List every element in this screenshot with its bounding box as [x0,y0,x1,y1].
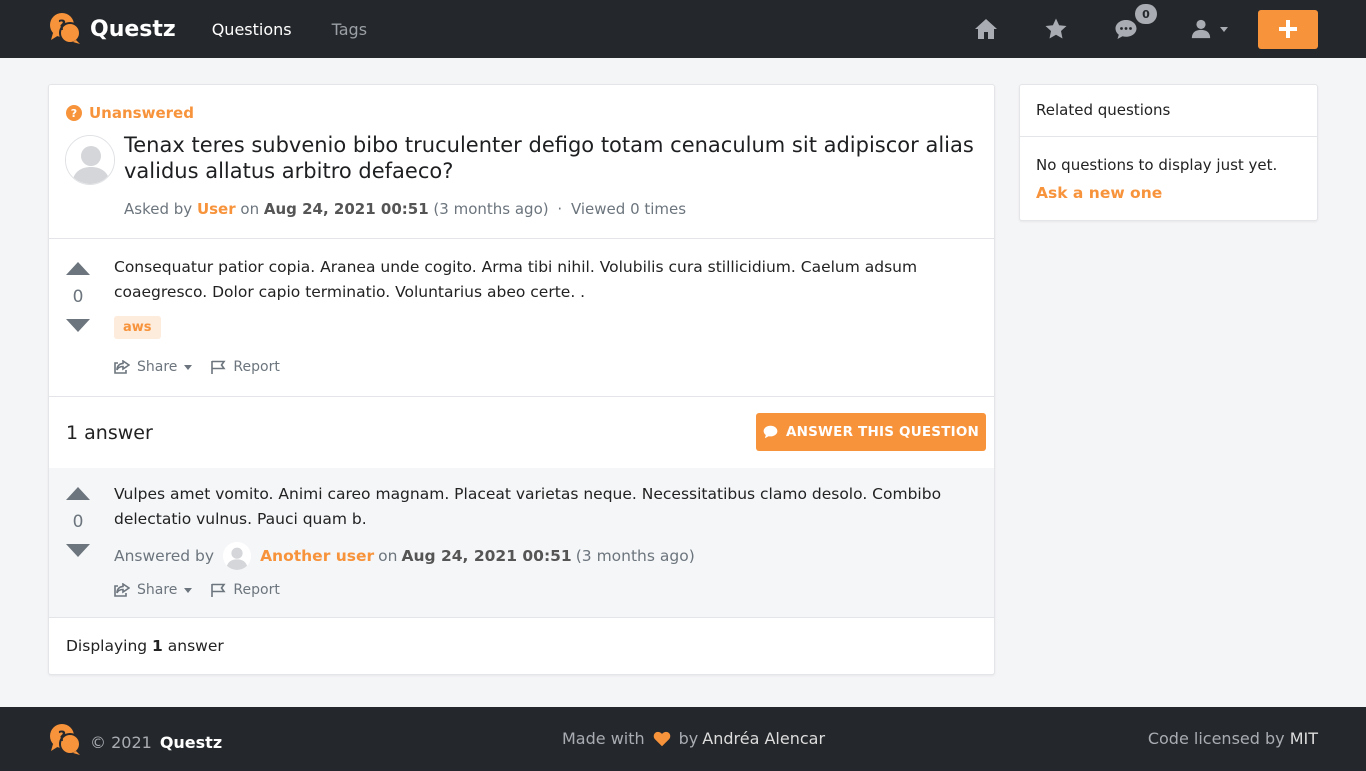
messages-icon[interactable]: 0 [1114,4,1157,41]
status-label: Unanswered [89,104,194,122]
question-card: ? Unanswered Tenax teres subvenio bibo t… [48,84,995,675]
license-link[interactable]: MIT [1290,729,1318,748]
on-label: on [240,200,260,218]
question-mark-icon: ? [66,105,82,121]
answer-meta: Answered by Another user on Aug 24, 2021… [114,542,695,570]
question-vote-controls: 0 [58,262,98,332]
answer-report-button[interactable]: Report [210,582,280,598]
answer-item: 0 Vulpes amet vomito. Animi careo magnam… [49,468,994,618]
home-icon[interactable] [974,17,998,41]
answer-author-link[interactable]: Another user [260,547,374,565]
upvote-arrow-icon[interactable] [66,262,90,275]
related-empty-text: No questions to display just yet. [1036,156,1278,174]
star-icon[interactable] [1044,17,1068,41]
brand-logo-icon: ? [48,12,82,46]
question-title: Tenax teres subvenio bibo truculenter de… [124,133,974,183]
footer-copyright: © 2021 [90,732,152,752]
answer-share-button[interactable]: Share [114,582,193,598]
answer-date: Aug 24, 2021 00:51 [401,547,572,565]
question-views: Viewed 0 times [570,200,687,218]
plus-icon [1279,20,1297,38]
chevron-down-icon [184,364,193,370]
displaying-count: 1 [152,637,163,655]
related-questions-card: Related questions No questions to displa… [1019,84,1318,221]
answer-question-button[interactable]: ANSWER THIS QUESTION [756,413,986,451]
report-label: Report [233,359,280,375]
question-meta: Asked by User on Aug 24, 2021 00:51 (3 m… [124,200,686,218]
asked-by-label: Asked by [124,200,193,218]
made-with-label: Made with [562,729,645,748]
on-label: on [378,547,398,565]
chevron-down-icon [184,587,193,593]
share-icon [114,583,130,597]
question-report-button[interactable]: Report [210,359,280,375]
upvote-arrow-icon[interactable] [66,487,90,500]
author-avatar [65,135,115,185]
question-relative-date: (3 months ago) [433,200,549,218]
flag-icon [211,360,226,374]
meta-separator: · [557,200,563,218]
tag-aws[interactable]: aws [114,316,161,339]
answer-vote-controls: 0 [58,487,98,557]
comment-icon [763,425,778,439]
nav-link-questions[interactable]: Questions [212,20,292,39]
ask-new-question-link[interactable]: Ask a new one [1036,184,1162,202]
displaying-suffix: answer [167,637,224,655]
share-icon [114,360,130,374]
answer-button-label: ANSWER THIS QUESTION [785,424,980,440]
displaying-prefix: Displaying [66,637,148,655]
user-placeholder-icon [66,136,114,184]
heart-icon [653,731,670,746]
messages-badge: 0 [1135,4,1157,24]
footer: ? © 2021 Questz Made with by Andréa Alen… [0,707,1366,771]
flag-icon [211,583,226,597]
brand-name: Questz [90,16,176,42]
top-navbar: ? Questz Questions Tags 0 [0,0,1366,58]
share-label: Share [137,582,178,598]
answers-header: 1 answer ANSWER THIS QUESTION [49,396,994,468]
footer-author-link[interactable]: Andréa Alencar [702,729,825,748]
downvote-arrow-icon[interactable] [66,544,90,557]
footer-license: Code licensed by MIT [1148,729,1318,748]
nav-right: 0 [974,0,1318,58]
question-share-button[interactable]: Share [114,359,193,375]
license-label: Code licensed by [1147,729,1285,748]
by-label: by [678,729,699,748]
downvote-arrow-icon[interactable] [66,319,90,332]
footer-logo-icon: ? [48,723,82,761]
svg-text:?: ? [58,729,66,745]
answer-vote-count: 0 [72,512,84,532]
chevron-down-icon [1220,26,1228,32]
user-menu-icon[interactable] [1190,17,1230,41]
report-label: Report [233,582,280,598]
related-questions-title: Related questions [1020,85,1317,137]
new-question-button[interactable] [1258,9,1318,49]
question-actions: Share Report [114,359,280,375]
footer-brand-name: Questz [159,732,223,752]
answer-actions: Share Report [114,582,280,598]
footer-brand: ? © 2021 Questz [48,723,222,761]
question-vote-count: 0 [72,287,84,307]
answers-count: 1 answer [66,422,153,444]
question-body: Consequatur patior copia. Aranea unde co… [114,258,918,301]
answer-body: Vulpes amet vomito. Animi careo magnam. … [114,485,942,528]
share-label: Share [137,359,178,375]
question-date: Aug 24, 2021 00:51 [263,200,429,218]
nav-link-tags[interactable]: Tags [332,20,367,39]
status-badge: ? Unanswered [66,104,194,122]
nav-links: Questions Tags [212,20,367,39]
displaying-summary: Displaying 1 answer [66,637,224,655]
answered-by-label: Answered by [114,547,215,565]
footer-credits: Made with by Andréa Alencar [562,729,825,748]
answer-author-avatar [223,542,252,570]
question-author-link[interactable]: User [197,200,236,218]
answer-relative-date: (3 months ago) [575,547,695,565]
user-placeholder-icon [223,542,252,570]
question-header: ? Unanswered Tenax teres subvenio bibo t… [49,85,994,239]
brand-link[interactable]: ? Questz [48,12,176,46]
svg-text:?: ? [58,18,66,34]
